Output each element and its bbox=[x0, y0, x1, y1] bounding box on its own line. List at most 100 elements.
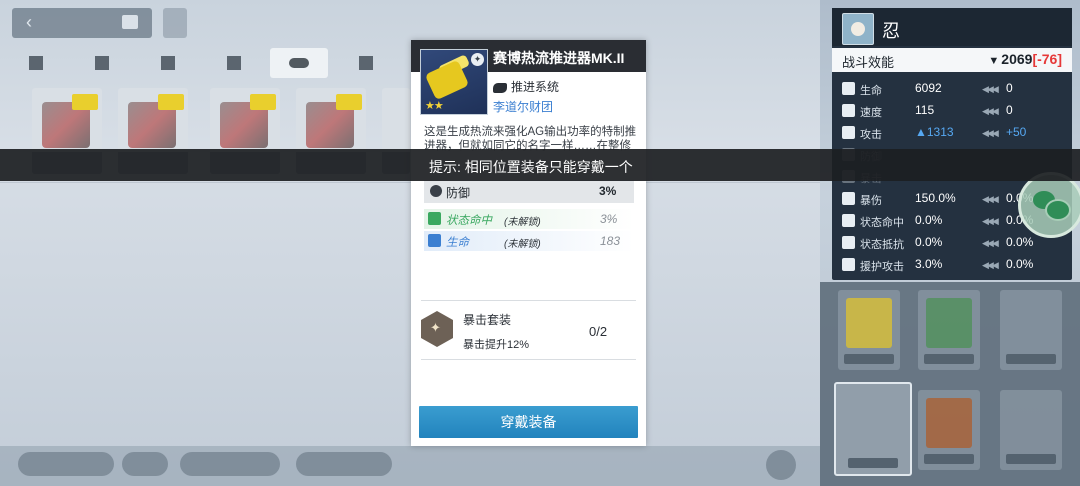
back-arrow-icon: ‹ bbox=[26, 12, 32, 32]
item-thumbnail: ✦ ★★ bbox=[420, 49, 488, 115]
card-tag bbox=[158, 94, 184, 110]
combat-power-row: 战斗效能 ▼ 2069[-76] bbox=[832, 48, 1072, 72]
menu-button[interactable] bbox=[163, 8, 187, 38]
avatar-button[interactable] bbox=[766, 450, 796, 480]
rarity-stars-icon: ★★ bbox=[425, 100, 444, 112]
set-effect: 暴击提升12% bbox=[463, 339, 530, 351]
item-system: 推进系统 bbox=[493, 78, 559, 95]
divider bbox=[0, 182, 820, 183]
card-tag bbox=[336, 94, 362, 110]
character-header: 忍 bbox=[832, 8, 1072, 46]
stat-delta: 0.0% bbox=[1006, 257, 1034, 271]
equipment-slot-selected[interactable] bbox=[834, 382, 912, 476]
set-badge-icon: ✦ bbox=[471, 53, 484, 66]
category-icon bbox=[359, 56, 373, 70]
category-icon bbox=[227, 56, 241, 70]
stat-delta: 0 bbox=[1006, 103, 1013, 117]
stat-value: 150.0% bbox=[915, 191, 956, 205]
set-count: 0/2 bbox=[589, 324, 608, 339]
stat-value: 3.0% bbox=[915, 257, 943, 271]
main-stat-value: 3% bbox=[599, 184, 617, 198]
hint-text: 提示: 相同位置装备只能穿戴一个 bbox=[429, 159, 633, 175]
status-resist-icon bbox=[842, 236, 855, 249]
stat-label: 生命 bbox=[860, 85, 882, 97]
slot-label bbox=[924, 454, 974, 464]
tab-category-6[interactable] bbox=[344, 48, 388, 78]
character-stats-panel: 忍 战斗效能 ▼ 2069[-76] 生命 6092 ◀◀◀ 0 速度 115 ◀… bbox=[832, 8, 1072, 280]
stat-label: 援护攻击 bbox=[860, 261, 904, 273]
equipment-slot[interactable] bbox=[1000, 290, 1062, 370]
compare-arrows-icon: ◀◀◀ bbox=[982, 194, 999, 204]
item-maker: 李道尔财团 bbox=[493, 100, 554, 114]
tab-category-4[interactable] bbox=[212, 48, 256, 78]
sort-button[interactable] bbox=[122, 452, 168, 476]
stat-value: 115 bbox=[915, 103, 935, 117]
tab-category-thruster[interactable] bbox=[270, 48, 328, 78]
slot-label bbox=[848, 458, 898, 468]
heart-icon bbox=[428, 234, 441, 247]
card-tag bbox=[250, 94, 276, 110]
stat-delta: 0 bbox=[1006, 81, 1013, 95]
divider bbox=[421, 359, 636, 360]
equipment-slot[interactable] bbox=[838, 290, 900, 370]
stat-row-speed: 速度 115 ◀◀◀ 0 bbox=[832, 100, 1072, 122]
sub-stat-value: 3% bbox=[600, 212, 618, 226]
stat-row-hp: 生命 6092 ◀◀◀ 0 bbox=[832, 78, 1072, 100]
item-name: 赛博热流推进器MK.II bbox=[493, 50, 625, 66]
stat-label: 状态抵抗 bbox=[860, 239, 904, 251]
main-stat-label: 防御 bbox=[446, 186, 471, 200]
defense-icon bbox=[430, 185, 442, 197]
stat-label: 暴伤 bbox=[860, 195, 882, 207]
status-hit-icon bbox=[842, 214, 855, 227]
sub-stat-value: 183 bbox=[600, 234, 621, 248]
slot-label bbox=[844, 354, 894, 364]
filter-button[interactable] bbox=[18, 452, 114, 476]
back-button[interactable]: ‹ bbox=[12, 8, 152, 38]
slot-item-art bbox=[846, 298, 892, 348]
tab-category-1[interactable] bbox=[14, 48, 58, 78]
stat-row-attack: 攻击 ▲1313 ◀◀◀ +50 bbox=[832, 122, 1072, 144]
thruster-icon bbox=[289, 58, 309, 68]
hint-banner: 提示: 相同位置装备只能穿戴一个 bbox=[0, 149, 1080, 181]
divider bbox=[421, 300, 636, 301]
chat-bubble-icon bbox=[1045, 199, 1071, 221]
equipment-slot[interactable] bbox=[918, 290, 980, 370]
down-arrow-icon: ▼ bbox=[988, 55, 1000, 67]
slot-label bbox=[1006, 454, 1056, 464]
tab-category-3[interactable] bbox=[146, 48, 190, 78]
sub-stat-row: 状态命中 (未解锁) 3% bbox=[424, 209, 634, 229]
stat-delta: 0.0% bbox=[1006, 235, 1034, 249]
slot-label bbox=[924, 354, 974, 364]
stat-delta: +50 bbox=[1006, 125, 1027, 139]
reset-button[interactable] bbox=[180, 452, 280, 476]
avatar bbox=[842, 13, 874, 45]
equipment-slot[interactable] bbox=[918, 390, 980, 470]
set-name: 暴击套装 bbox=[463, 313, 512, 327]
card-tag bbox=[72, 94, 98, 110]
equipment-slot[interactable] bbox=[1000, 390, 1062, 470]
item-system-label: 推进系统 bbox=[511, 80, 560, 94]
support-attack-icon bbox=[842, 258, 855, 271]
set-bonus-icon bbox=[421, 311, 453, 347]
stat-row-status-resist: 状态抵抗 0.0% ◀◀◀ 0.0% bbox=[832, 232, 1072, 254]
main-stat-row: 防御 3% bbox=[424, 180, 634, 203]
category-icon bbox=[29, 56, 43, 70]
thruster-system-icon bbox=[493, 82, 507, 93]
heart-icon bbox=[842, 82, 855, 95]
compare-arrows-icon: ◀◀◀ bbox=[982, 128, 999, 138]
sub-stat-row: 生命 (未解锁) 183 bbox=[424, 231, 634, 251]
stat-label: 状态命中 bbox=[860, 217, 904, 229]
status-hit-icon bbox=[428, 212, 441, 225]
chat-button[interactable] bbox=[1018, 172, 1080, 238]
compare-arrows-icon: ◀◀◀ bbox=[982, 106, 999, 116]
stat-value: 6092 bbox=[915, 81, 942, 95]
equip-button[interactable]: 穿戴装备 bbox=[419, 406, 638, 438]
tab-category-2[interactable] bbox=[80, 48, 124, 78]
combat-power-delta: [-76] bbox=[1032, 51, 1062, 67]
slot-item-art bbox=[926, 398, 972, 448]
stat-value: 0.0% bbox=[915, 213, 943, 227]
slot-item-art bbox=[926, 298, 972, 348]
category-icon bbox=[95, 56, 109, 70]
attack-icon bbox=[842, 126, 855, 139]
category-tabs bbox=[14, 48, 384, 78]
